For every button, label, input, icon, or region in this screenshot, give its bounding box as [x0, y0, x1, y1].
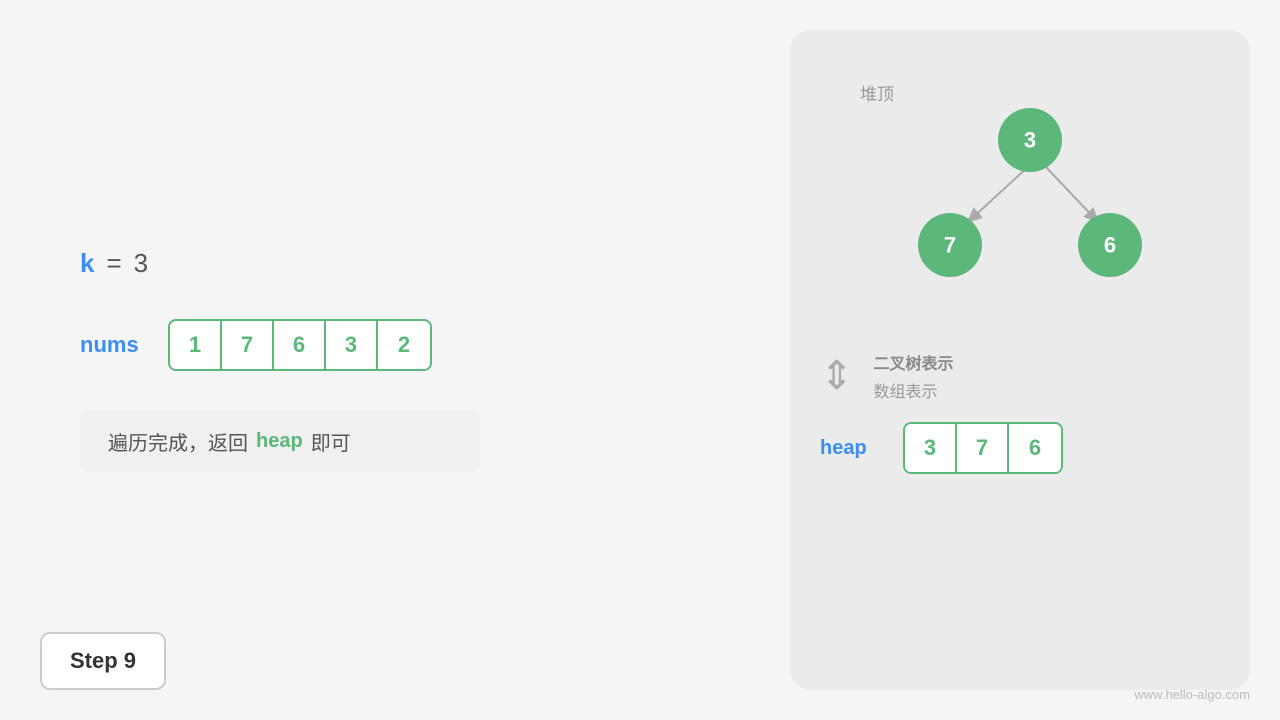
- tree-section: 堆顶 3 7 6: [820, 60, 1220, 340]
- edge-root-right: [1044, 165, 1098, 222]
- heap-label: heap: [820, 437, 875, 460]
- node-right-text: 6: [1104, 233, 1116, 258]
- array-cell-4: 2: [378, 321, 430, 369]
- toggle-label-array[interactable]: 数组表示: [874, 378, 954, 402]
- heap-array: 3 7 6: [903, 422, 1063, 474]
- left-panel: k = 3 nums 1 7 6 3 2 遍历完成，返回 heap 即可: [0, 0, 790, 720]
- nums-row: nums 1 7 6 3 2: [80, 319, 710, 371]
- heap-array-row: heap 3 7 6: [820, 422, 1220, 474]
- toggle-row: ⇕ 二叉树表示 数组表示: [820, 350, 1220, 402]
- k-value: 3: [134, 248, 148, 279]
- heap-cell-0: 3: [905, 424, 957, 472]
- message-prefix: 遍历完成，返回: [108, 427, 248, 456]
- array-cell-0: 1: [170, 321, 222, 369]
- message-suffix: 即可: [311, 427, 351, 456]
- k-row: k = 3: [80, 248, 710, 279]
- toggle-label-binary[interactable]: 二叉树表示: [874, 350, 954, 374]
- edge-root-left: [968, 165, 1030, 222]
- array-cell-3: 3: [326, 321, 378, 369]
- bottom-section: ⇕ 二叉树表示 数组表示 heap 3 7 6: [820, 340, 1220, 474]
- nums-label: nums: [80, 332, 140, 358]
- tree-svg: 3 7 6: [820, 60, 1220, 340]
- k-equals: =: [106, 248, 121, 279]
- nums-array: 1 7 6 3 2: [168, 319, 432, 371]
- message-heap: heap: [256, 430, 303, 453]
- message-box: 遍历完成，返回 heap 即可: [80, 411, 480, 472]
- heap-cell-1: 7: [957, 424, 1009, 472]
- toggle-icon[interactable]: ⇕: [820, 353, 854, 399]
- main-container: k = 3 nums 1 7 6 3 2 遍历完成，返回 heap 即可 堆顶: [0, 0, 1280, 720]
- array-cell-2: 6: [274, 321, 326, 369]
- array-cell-1: 7: [222, 321, 274, 369]
- right-panel: 堆顶 3 7 6: [790, 30, 1250, 690]
- watermark: www.hello-algo.com: [1134, 687, 1250, 702]
- step-button[interactable]: Step 9: [40, 632, 166, 690]
- toggle-labels: 二叉树表示 数组表示: [874, 350, 954, 402]
- node-root-text: 3: [1024, 128, 1036, 153]
- heap-cell-2: 6: [1009, 424, 1061, 472]
- k-label: k: [80, 248, 94, 279]
- node-left-text: 7: [944, 233, 956, 258]
